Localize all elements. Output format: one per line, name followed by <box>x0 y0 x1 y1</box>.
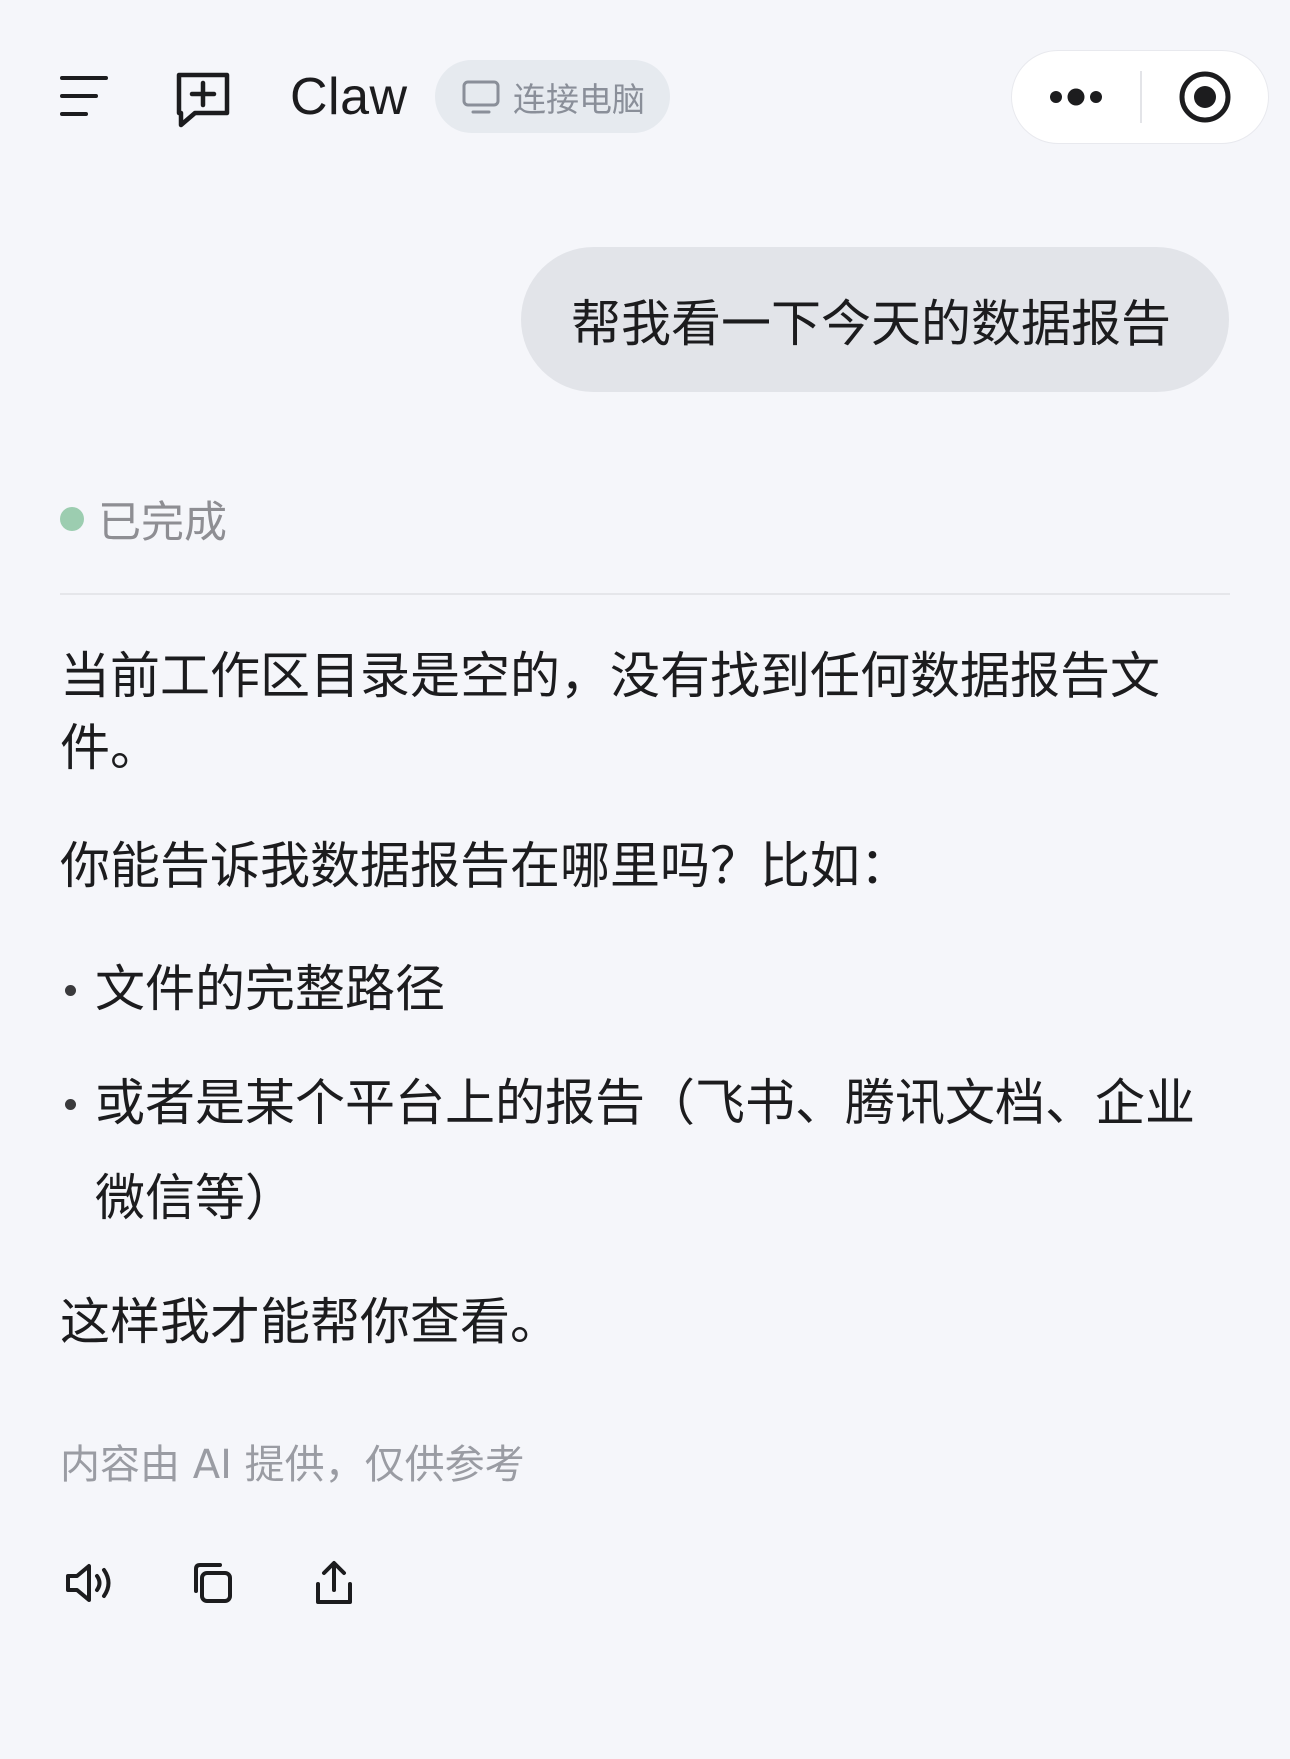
bullet-dot <box>65 985 76 996</box>
monitor-icon <box>461 79 501 115</box>
task-status: 已完成 <box>60 488 227 550</box>
divider <box>60 593 1230 595</box>
connect-computer-button[interactable]: 连接电脑 <box>435 60 670 133</box>
list-item: 或者是某个平台上的报告（飞书、腾讯文档、企业微信等） <box>60 1056 1235 1246</box>
app-title: Claw <box>290 68 408 126</box>
answer-paragraph: 你能告诉我数据报告在哪里吗？比如： <box>60 837 910 895</box>
menu-icon[interactable] <box>56 68 112 124</box>
user-message-bubble: 帮我看一下今天的数据报告 <box>521 247 1229 392</box>
speaker-icon[interactable] <box>60 1553 120 1613</box>
list-item: 文件的完整路径 <box>60 942 1235 1037</box>
ai-disclaimer: 内容由 AI 提供，仅供参考 <box>60 1442 525 1488</box>
new-chat-icon[interactable] <box>172 68 234 130</box>
share-icon[interactable] <box>304 1553 364 1613</box>
record-icon[interactable] <box>1142 51 1268 143</box>
copy-icon[interactable] <box>182 1553 242 1613</box>
assistant-message: 当前工作区目录是空的，没有找到任何数据报告文件。 你能告诉我数据报告在哪里吗？比… <box>60 640 1235 1358</box>
message-actions <box>60 1553 364 1613</box>
bullet-dot <box>65 1099 76 1110</box>
list-item-text: 文件的完整路径 <box>95 960 445 1018</box>
suggestion-list: 文件的完整路径 或者是某个平台上的报告（飞书、腾讯文档、企业微信等） <box>60 942 1235 1246</box>
status-dot <box>60 507 84 531</box>
list-item-text: 或者是某个平台上的报告（飞书、腾讯文档、企业微信等） <box>95 1074 1195 1227</box>
more-icon[interactable] <box>1012 51 1140 143</box>
answer-paragraph: 这样我才能帮你查看。 <box>60 1293 560 1351</box>
mini-program-capsule <box>1011 50 1269 144</box>
top-bar: Claw 连接电脑 <box>0 0 1290 195</box>
answer-paragraph: 当前工作区目录是空的，没有找到任何数据报告文件。 <box>60 647 1160 777</box>
status-label: 已完成 <box>98 498 227 548</box>
connect-computer-label: 连接电脑 <box>513 79 645 119</box>
